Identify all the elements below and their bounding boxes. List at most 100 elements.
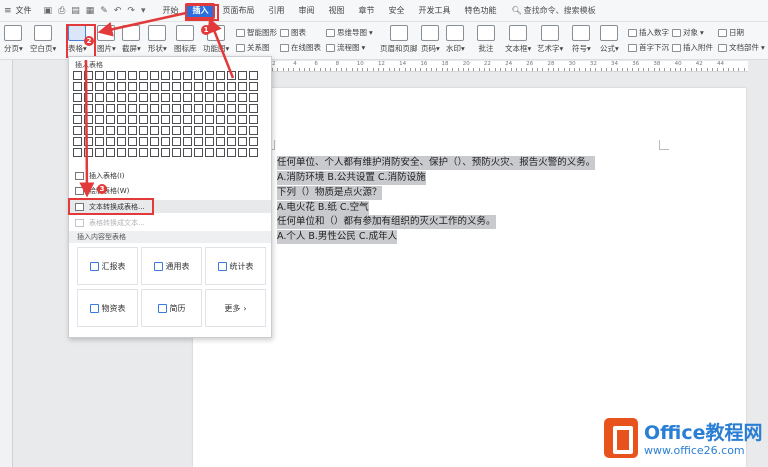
grid-cell[interactable] [139, 126, 148, 135]
grid-cell[interactable] [139, 148, 148, 157]
grid-cell[interactable] [95, 148, 104, 157]
picture-button[interactable]: 图片▾ [97, 25, 116, 54]
grid-cell[interactable] [139, 115, 148, 124]
grid-cell[interactable] [95, 104, 104, 113]
grid-cell[interactable] [73, 126, 82, 135]
grid-cell[interactable] [183, 71, 192, 80]
grid-cell[interactable] [95, 93, 104, 102]
grid-cell[interactable] [205, 104, 214, 113]
grid-cell[interactable] [238, 93, 247, 102]
grid-cell[interactable] [73, 82, 82, 91]
grid-cell[interactable] [84, 148, 93, 157]
icon-library-button[interactable]: 图标库 [174, 25, 197, 54]
grid-cell[interactable] [161, 71, 170, 80]
tab-security[interactable]: 安全 [381, 3, 411, 19]
grid-cell[interactable] [183, 137, 192, 146]
shape-button[interactable]: 形状▾ [148, 25, 167, 54]
page-number-button[interactable]: 页码▾ [421, 25, 440, 54]
grid-cell[interactable] [161, 82, 170, 91]
attachment-button[interactable]: 插入附件 [672, 42, 713, 53]
grid-cell[interactable] [106, 115, 115, 124]
grid-cell[interactable] [128, 93, 137, 102]
grid-cell[interactable] [95, 137, 104, 146]
drop-cap-button[interactable]: 首字下沉 [628, 42, 669, 53]
doc-part-button[interactable]: 文档部件 ▾ [718, 42, 765, 53]
grid-cell[interactable] [205, 148, 214, 157]
grid-cell[interactable] [84, 71, 93, 80]
grid-cell[interactable] [205, 93, 214, 102]
grid-cell[interactable] [150, 93, 159, 102]
grid-cell[interactable] [73, 148, 82, 157]
blank-page-button[interactable]: 空白页▾ [30, 25, 56, 54]
grid-cell[interactable] [216, 126, 225, 135]
grid-cell[interactable] [95, 71, 104, 80]
grid-cell[interactable] [106, 71, 115, 80]
grid-cell[interactable] [194, 137, 203, 146]
grid-cell[interactable] [161, 137, 170, 146]
grid-cell[interactable] [205, 82, 214, 91]
hamburger-icon[interactable]: ≡ [4, 6, 12, 16]
grid-cell[interactable] [106, 82, 115, 91]
grid-cell[interactable] [139, 82, 148, 91]
grid-cell[interactable] [106, 126, 115, 135]
tab-review[interactable]: 审阅 [291, 3, 321, 19]
grid-cell[interactable] [150, 71, 159, 80]
insert-table-item[interactable]: 插入表格(I) [69, 169, 271, 182]
card-resume[interactable]: 简历 [141, 289, 202, 327]
grid-cell[interactable] [216, 148, 225, 157]
grid-cell[interactable] [183, 148, 192, 157]
grid-cell[interactable] [238, 137, 247, 146]
document-line[interactable]: A.电火花 B.纸 C.空气 [277, 201, 369, 215]
grid-cell[interactable] [73, 71, 82, 80]
grid-cell[interactable] [183, 93, 192, 102]
tab-references[interactable]: 引用 [261, 3, 291, 19]
grid-cell[interactable] [161, 93, 170, 102]
grid-cell[interactable] [194, 71, 203, 80]
grid-cell[interactable] [128, 71, 137, 80]
grid-cell[interactable] [128, 148, 137, 157]
grid-cell[interactable] [216, 115, 225, 124]
tab-developer[interactable]: 开发工具 [411, 3, 457, 19]
grid-cell[interactable] [183, 82, 192, 91]
relation-button[interactable]: 关系图 [236, 42, 270, 53]
grid-cell[interactable] [106, 137, 115, 146]
grid-cell[interactable] [117, 137, 126, 146]
grid-cell[interactable] [227, 115, 236, 124]
undo-icon[interactable]: ↶ [114, 6, 122, 16]
grid-cell[interactable] [84, 104, 93, 113]
grid-cell[interactable] [95, 126, 104, 135]
document-page[interactable]: 任何单位、个人都有维护消防安全、保护（）、预防火灾、报告火警的义务。 A.消防环… [193, 88, 746, 467]
grid-cell[interactable] [238, 126, 247, 135]
grid-cell[interactable] [216, 71, 225, 80]
grid-cell[interactable] [139, 71, 148, 80]
grid-cell[interactable] [216, 93, 225, 102]
header-footer-button[interactable]: 页眉和页脚 [380, 25, 418, 54]
textbox-button[interactable]: 文本框▾ [505, 25, 531, 54]
tab-home[interactable]: 开始 [155, 3, 185, 19]
grid-cell[interactable] [238, 104, 247, 113]
grid-cell[interactable] [183, 115, 192, 124]
grid-cell[interactable] [95, 82, 104, 91]
card-more[interactable]: 更多 › [205, 289, 266, 327]
grid-cell[interactable] [249, 148, 258, 157]
flowchart-button[interactable]: 流程图 ▾ [326, 42, 365, 53]
grid-cell[interactable] [227, 82, 236, 91]
grid-cell[interactable] [249, 82, 258, 91]
card-report-table[interactable]: 汇报表 [77, 247, 138, 285]
grid-cell[interactable] [216, 104, 225, 113]
card-general-table[interactable]: 通用表 [141, 247, 202, 285]
grid-cell[interactable] [172, 148, 181, 157]
grid-cell[interactable] [128, 104, 137, 113]
grid-cell[interactable] [150, 82, 159, 91]
grid-cell[interactable] [84, 115, 93, 124]
chart-button[interactable]: 图表 [280, 27, 306, 38]
grid-cell[interactable] [183, 126, 192, 135]
grid-cell[interactable] [117, 115, 126, 124]
grid-cell[interactable] [84, 137, 93, 146]
grid-cell[interactable] [161, 148, 170, 157]
grid-cell[interactable] [227, 126, 236, 135]
grid-cell[interactable] [216, 137, 225, 146]
grid-cell[interactable] [84, 126, 93, 135]
grid-cell[interactable] [172, 126, 181, 135]
command-search[interactable]: 查找命令、搜索模板 [524, 5, 596, 16]
